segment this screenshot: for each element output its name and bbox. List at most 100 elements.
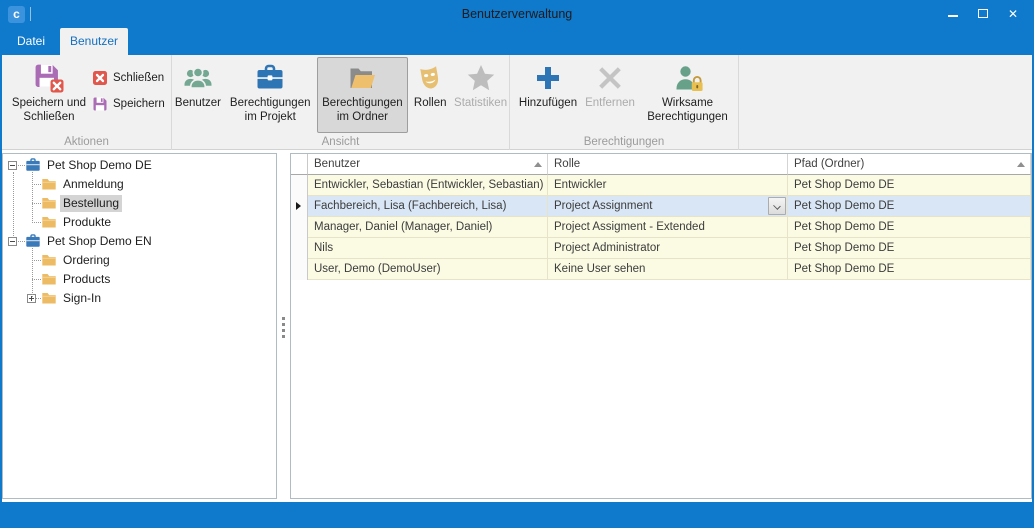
splitter-grip-icon — [282, 323, 285, 326]
entfernen-label: Entfernen — [585, 97, 635, 111]
maximize-button[interactable] — [968, 0, 998, 28]
wirksame-berechtigungen-button[interactable]: Wirksame Berechtigungen — [640, 57, 735, 133]
permissions-in-folder-button[interactable]: Berechtigungen im Ordner — [317, 57, 409, 133]
cell-rolle[interactable]: Project Assigment - Extended — [548, 217, 788, 238]
splitter-grip-icon — [282, 335, 285, 338]
rollen-button[interactable]: Rollen — [408, 57, 452, 133]
cell-pfad[interactable]: Pet Shop Demo DE — [788, 196, 1031, 217]
role-dropdown-button[interactable] — [768, 197, 786, 215]
tree-node-bestellung[interactable]: Bestellung — [3, 194, 276, 213]
tree-node-produkte[interactable]: Produkte — [3, 213, 276, 232]
column-header-rolle[interactable]: Rolle — [548, 154, 788, 175]
minimize-icon — [948, 15, 958, 17]
tree-connector-line — [13, 172, 14, 236]
briefcase-icon — [254, 62, 286, 94]
minimize-button[interactable] — [938, 0, 968, 28]
tree-connector — [32, 222, 41, 223]
tree-node-label: Produkte — [60, 214, 114, 231]
plus-icon — [532, 62, 564, 94]
cell-pfad[interactable]: Pet Shop Demo DE — [788, 238, 1031, 259]
save-close-icon — [33, 62, 65, 94]
close-icon: ✕ — [998, 0, 1028, 28]
statistiken-button: Statistiken — [452, 57, 509, 133]
close-window-button[interactable]: ✕ — [998, 0, 1028, 28]
splitter-grip-icon — [282, 317, 285, 320]
row-header[interactable] — [291, 238, 308, 259]
save-and-close-button[interactable]: Speichern und Schließen — [6, 57, 92, 133]
tree-node-label: Bestellung — [60, 195, 122, 212]
cell-benutzer[interactable]: Entwickler, Sebastian (Entwickler, Sebas… — [308, 175, 548, 196]
tree-node-label: Sign-In — [60, 290, 104, 307]
tree-node-pet-shop-demo-de[interactable]: Pet Shop Demo DE — [3, 156, 276, 175]
cell-pfad[interactable]: Pet Shop Demo DE — [788, 175, 1031, 196]
tab-benutzer[interactable]: Benutzer — [60, 28, 128, 55]
remove-x-icon — [594, 62, 626, 94]
grid-row[interactable]: Manager, Daniel (Manager, Daniel)Project… — [291, 217, 1031, 238]
open-folder-icon — [346, 62, 378, 94]
tree-connector — [18, 241, 25, 242]
window-controls: ✕ — [938, 0, 1028, 28]
tree-node-ordering[interactable]: Ordering — [3, 251, 276, 270]
folder-icon — [41, 195, 57, 211]
tree-node-anmeldung[interactable]: Anmeldung — [3, 175, 276, 194]
cell-rolle[interactable]: Keine User sehen — [548, 259, 788, 280]
status-bar — [2, 502, 1032, 528]
title-bar: c Benutzerverwaltung ✕ — [2, 0, 1032, 28]
row-header[interactable] — [291, 196, 308, 217]
permissions-grid-panel: Benutzer Rolle Pfad (Ordner) Entwickler,… — [290, 153, 1032, 499]
grid-rows: Entwickler, Sebastian (Entwickler, Sebas… — [291, 175, 1031, 280]
wirksame-berechtigungen-label: Wirksame Berechtigungen — [641, 97, 734, 124]
permissions-in-project-label: Berechtigungen im Projekt — [225, 97, 316, 124]
grid-row[interactable]: NilsProject AdministratorPet Shop Demo D… — [291, 238, 1031, 259]
grid-row[interactable]: Fachbereich, Lisa (Fachbereich, Lisa)Pro… — [291, 196, 1031, 217]
close-label: Schließen — [113, 72, 164, 84]
row-header[interactable] — [291, 259, 308, 280]
grid-row[interactable]: Entwickler, Sebastian (Entwickler, Sebas… — [291, 175, 1031, 196]
save-button[interactable]: Speichern — [92, 92, 165, 115]
application-window: c Benutzerverwaltung ✕ Datei Benutzer Sp… — [0, 0, 1034, 528]
permissions-in-project-button[interactable]: Berechtigungen im Projekt — [224, 57, 317, 133]
cell-rolle[interactable]: Project Administrator — [548, 238, 788, 259]
benutzer-view-button[interactable]: Benutzer — [172, 57, 224, 133]
benutzer-view-label: Benutzer — [175, 97, 221, 111]
cell-pfad[interactable]: Pet Shop Demo DE — [788, 259, 1031, 280]
tree-connector — [32, 203, 41, 204]
folder-icon — [41, 271, 57, 287]
cell-rolle[interactable]: Project Assignment — [548, 196, 788, 217]
grid-row[interactable]: User, Demo (DemoUser)Keine User sehenPet… — [291, 259, 1031, 280]
collapse-minus-icon[interactable] — [8, 237, 17, 246]
tree-node-sign-in[interactable]: Sign-In — [3, 289, 276, 308]
tree-connector — [18, 165, 25, 166]
grid-header-corner — [291, 154, 308, 175]
folder-icon — [41, 214, 57, 230]
cell-pfad[interactable]: Pet Shop Demo DE — [788, 217, 1031, 238]
tree-node-products[interactable]: Products — [3, 270, 276, 289]
row-header[interactable] — [291, 217, 308, 238]
cell-benutzer[interactable]: User, Demo (DemoUser) — [308, 259, 548, 280]
project-icon — [25, 157, 41, 173]
cell-benutzer[interactable]: Fachbereich, Lisa (Fachbereich, Lisa) — [308, 196, 548, 217]
folder-icon — [41, 252, 57, 268]
collapse-minus-icon[interactable] — [8, 161, 17, 170]
column-header-pfad-label: Pfad (Ordner) — [794, 158, 864, 170]
panel-splitter[interactable] — [277, 153, 290, 499]
column-header-benutzer[interactable]: Benutzer — [308, 154, 548, 175]
folder-icon — [41, 176, 57, 192]
project-icon — [25, 233, 41, 249]
close-button[interactable]: Schließen — [92, 66, 165, 89]
hinzufuegen-button[interactable]: Hinzufügen — [516, 57, 580, 133]
tree-node-pet-shop-demo-en[interactable]: Pet Shop Demo EN — [3, 232, 276, 251]
users-icon — [182, 62, 214, 94]
cell-rolle[interactable]: Entwickler — [548, 175, 788, 196]
tree-node-label: Pet Shop Demo EN — [44, 233, 155, 250]
ribbon-tab-row: Datei Benutzer — [2, 28, 1032, 55]
permissions-in-folder-label: Berechtigungen im Ordner — [318, 97, 408, 124]
tab-datei[interactable]: Datei — [8, 28, 54, 55]
cell-benutzer[interactable]: Manager, Daniel (Manager, Daniel) — [308, 217, 548, 238]
ribbon-group-berechtigungen: Hinzufügen Entfernen Wirksame Berechtigu… — [510, 55, 739, 150]
tree-connector — [32, 279, 41, 280]
cell-benutzer[interactable]: Nils — [308, 238, 548, 259]
column-header-pfad[interactable]: Pfad (Ordner) — [788, 154, 1031, 175]
chevron-down-icon — [773, 202, 781, 210]
row-header[interactable] — [291, 175, 308, 196]
